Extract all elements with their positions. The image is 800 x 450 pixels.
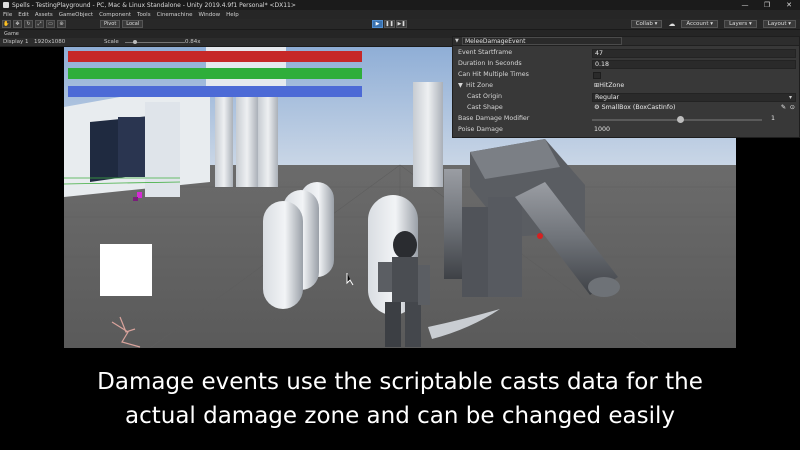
scale-label: Scale — [104, 39, 119, 45]
rect-tool-icon[interactable]: ▭ — [46, 20, 55, 28]
hit-zone-value: ⊞HitZone — [592, 82, 796, 91]
resolution-dropdown[interactable]: 1920x1080 — [34, 39, 65, 45]
menu-tools[interactable]: Tools — [137, 12, 151, 18]
scale-value: 0.84x — [185, 39, 201, 45]
cloud-icon[interactable]: ☁ — [668, 20, 675, 28]
unity-logo-icon — [3, 2, 9, 8]
rotate-tool-icon[interactable]: ↻ — [24, 20, 33, 28]
field-label: Event Startframe — [458, 49, 513, 56]
field-label: Cast Shape — [467, 104, 503, 111]
close-button[interactable]: ✕ — [778, 0, 800, 10]
menu-component[interactable]: Component — [99, 12, 131, 18]
field-label: Hit Zone — [466, 82, 493, 89]
inspector-title[interactable]: MeleeDamageEvent — [462, 37, 622, 45]
tab-game[interactable]: Game — [4, 31, 19, 37]
step-button[interactable]: ▶❚ — [396, 20, 407, 28]
caption-text: Damage events use the scriptable casts d… — [50, 365, 750, 433]
inspector-header: ▼ MeleeDamageEvent — [453, 37, 799, 46]
menu-assets[interactable]: Assets — [35, 12, 53, 18]
menu-window[interactable]: Window — [198, 12, 220, 18]
foldout-icon[interactable]: ▼ — [455, 38, 459, 44]
row-hit-zone: ▼ Hit Zone ⊞HitZone — [453, 81, 799, 92]
video-caption: Damage events use the scriptable casts d… — [0, 348, 800, 450]
duration-field[interactable]: 0.18 — [592, 60, 796, 69]
caption-line-2: actual damage zone and can be changed ea… — [124, 403, 675, 429]
menu-cinemachine[interactable]: Cinemachine — [157, 12, 193, 18]
minimize-button[interactable]: — — [734, 0, 756, 10]
play-button[interactable]: ▶ — [372, 20, 383, 28]
row-can-hit-multiple: Can Hit Multiple Times — [453, 70, 799, 81]
layout-dropdown[interactable]: Layout ▾ — [762, 20, 796, 28]
maximize-button[interactable]: ❐ — [756, 0, 778, 10]
screenshot-root: Spells - TestingPlayground - PC, Mac & L… — [0, 0, 800, 450]
menu-edit[interactable]: Edit — [18, 12, 29, 18]
transform-tools: ✋ ✥ ↻ ⤢ ▭ ⊕ — [2, 20, 66, 28]
menu-help[interactable]: Help — [226, 12, 239, 18]
row-cast-shape: Cast Shape ⚙ SmallBox (BoxCastInfo) ✎ ⊙ — [453, 103, 799, 114]
window-title: Spells - TestingPlayground - PC, Mac & L… — [12, 1, 296, 9]
menu-file[interactable]: File — [3, 12, 12, 18]
scale-tool-icon[interactable]: ⤢ — [35, 20, 44, 28]
window-titlebar: Spells - TestingPlayground - PC, Mac & L… — [0, 0, 800, 10]
base-damage-value[interactable]: 1 — [771, 115, 775, 122]
cast-shape-text: SmallBox (BoxCastInfo) — [601, 104, 676, 111]
field-label: Cast Origin — [467, 93, 503, 100]
local-button[interactable]: Local — [122, 20, 144, 28]
toolbar-right: Collab ▾ ☁ Account ▾ Layers ▾ Layout ▾ — [630, 20, 796, 28]
health-bar-blue — [68, 86, 362, 97]
pivot-button[interactable]: Pivot — [100, 20, 121, 28]
row-event-startframe: Event Startframe 47 — [453, 48, 799, 59]
layers-dropdown[interactable]: Layers ▾ — [724, 20, 757, 28]
transform-tool-icon[interactable]: ⊕ — [57, 20, 66, 28]
display-dropdown[interactable]: Display 1 — [3, 39, 29, 45]
row-cast-origin: Cast Origin Regular ▾ — [453, 92, 799, 103]
edit-pencil-icon[interactable]: ✎ — [781, 104, 786, 112]
object-picker-icon[interactable]: ⊙ — [790, 104, 795, 112]
main-toolbar: ✋ ✥ ↻ ⤢ ▭ ⊕ Pivot Local ▶ ❚❚ ▶❚ Collab ▾… — [0, 19, 800, 30]
hit-zone-foldout-icon[interactable]: ▼ — [458, 82, 463, 89]
field-label: Can Hit Multiple Times — [458, 71, 529, 78]
pivot-controls: Pivot Local — [100, 20, 144, 28]
event-startframe-field[interactable]: 47 — [592, 49, 796, 58]
row-duration: Duration In Seconds 0.18 — [453, 59, 799, 70]
base-damage-slider-handle[interactable] — [677, 116, 684, 123]
move-tool-icon[interactable]: ✥ — [13, 20, 22, 28]
cast-origin-dropdown[interactable]: Regular ▾ — [592, 93, 796, 102]
menu-gameobject[interactable]: GameObject — [59, 12, 93, 18]
dropdown-arrow-icon: ▾ — [788, 94, 792, 101]
cast-shape-field[interactable]: ⚙ SmallBox (BoxCastInfo) ✎ ⊙ — [592, 104, 796, 113]
field-label: Base Damage Modifier — [458, 115, 530, 122]
pause-button[interactable]: ❚❚ — [384, 20, 395, 28]
inspector-panel: ▼ MeleeDamageEvent Event Startframe 47 D… — [452, 36, 800, 138]
scriptable-object-icon: ⚙ — [594, 104, 600, 111]
poise-damage-field[interactable]: 1000 — [592, 126, 796, 135]
play-controls: ▶ ❚❚ ▶❚ — [372, 20, 407, 28]
can-hit-multiple-checkbox[interactable] — [593, 72, 601, 79]
cast-origin-text: Regular — [595, 94, 620, 101]
health-bar-green — [68, 68, 362, 79]
hit-zone-text: HitZone — [599, 82, 625, 89]
window-controls: — ❐ ✕ — [734, 0, 800, 10]
field-label: Poise Damage — [458, 126, 503, 133]
field-label: Duration In Seconds — [458, 60, 522, 67]
collab-dropdown[interactable]: Collab ▾ — [630, 20, 663, 28]
health-bar-red — [68, 51, 362, 62]
hand-tool-icon[interactable]: ✋ — [2, 20, 11, 28]
caption-line-1: Damage events use the scriptable casts d… — [97, 369, 703, 395]
row-poise-damage: Poise Damage 1000 — [453, 125, 799, 136]
row-base-damage-modifier: Base Damage Modifier 1 — [453, 114, 799, 125]
menu-bar: File Edit Assets GameObject Component To… — [0, 10, 800, 19]
scale-slider-handle[interactable] — [133, 40, 137, 44]
account-dropdown[interactable]: Account ▾ — [681, 20, 719, 28]
